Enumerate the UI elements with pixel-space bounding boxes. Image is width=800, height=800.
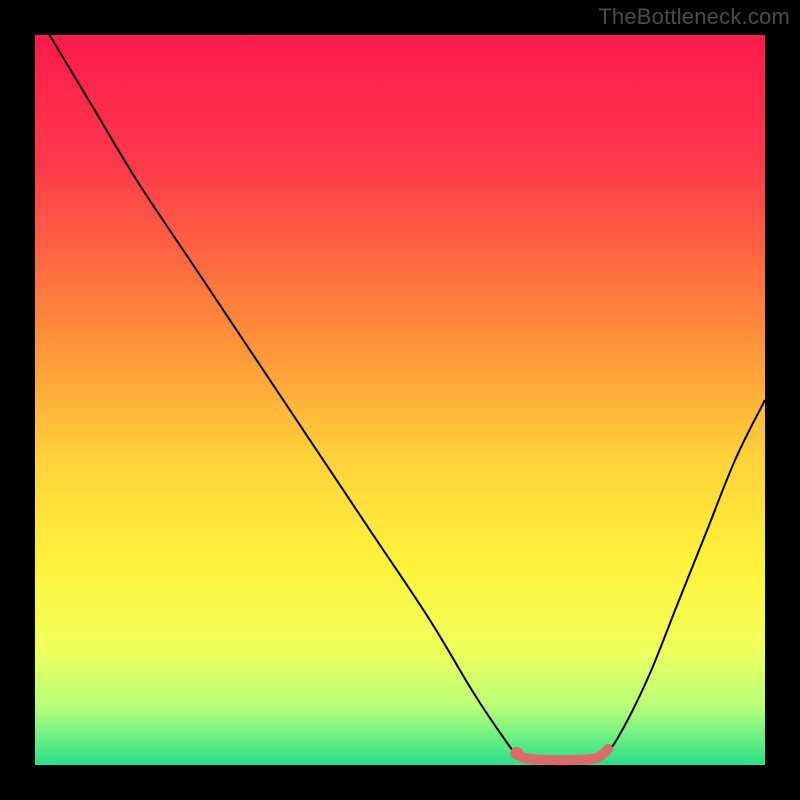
plot-background xyxy=(35,35,765,765)
chart-frame: TheBottleneck.com xyxy=(0,0,800,800)
bottleneck-chart xyxy=(0,0,800,800)
watermark-text: TheBottleneck.com xyxy=(598,4,790,30)
